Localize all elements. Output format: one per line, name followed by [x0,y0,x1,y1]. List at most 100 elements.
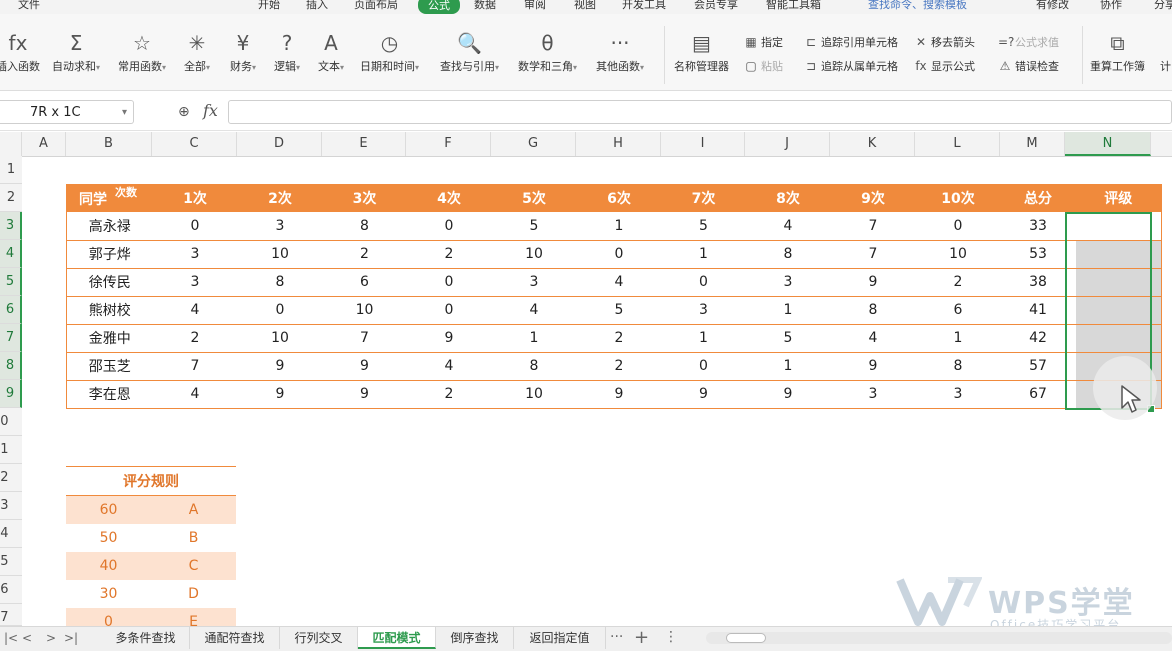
row-header-3[interactable]: 3 [0,212,22,240]
rule-score-cell[interactable]: 40 [66,552,151,580]
header-cell[interactable]: 9次 [830,184,916,212]
score-cell[interactable]: 0 [152,212,238,241]
score-cell[interactable]: 3 [745,268,831,297]
name-cell[interactable]: 高永禄 [66,212,153,241]
score-cell[interactable]: 1 [745,352,831,381]
score-cell[interactable]: 10 [491,240,577,269]
score-cell[interactable]: 5 [661,212,746,241]
score-cell[interactable]: 2 [322,240,407,269]
chevron-down-icon[interactable]: ▾ [340,63,344,72]
score-cell[interactable]: 8 [745,240,831,269]
select-all-corner[interactable] [0,132,22,156]
score-cell[interactable]: 5 [745,324,831,353]
score-cell[interactable]: 10 [237,240,323,269]
row-header-8[interactable]: 8 [0,352,22,380]
rule-grade-cell[interactable]: C [151,552,236,580]
chevron-down-icon[interactable]: ▾ [495,63,499,72]
row-header-14[interactable]: 14 [0,520,22,548]
row-header-12[interactable]: 12 [0,464,22,492]
score-cell[interactable]: 3 [152,268,238,297]
chevron-down-icon[interactable]: ▾ [640,63,644,72]
row-header-9[interactable]: 9 [0,380,22,408]
score-cell[interactable]: 7 [830,240,916,269]
autosum-button[interactable]: Σ 自动求和▾ [52,28,100,74]
menu-tab-3[interactable]: 页面布局 [354,0,398,12]
trace-dependents-button[interactable]: ⊐ 追踪从属单元格 [804,58,898,74]
chevron-down-icon[interactable]: ▾ [296,63,300,72]
datetime-button[interactable]: ◷ 日期和时间▾ [360,28,419,74]
grade-cell[interactable] [1075,240,1162,269]
score-cell[interactable]: 7 [152,352,238,381]
name-cell[interactable]: 徐传民 [66,268,153,297]
grade-cell[interactable] [1075,296,1162,325]
row-header-4[interactable]: 4 [0,240,22,268]
score-cell[interactable]: 2 [576,324,662,353]
rule-score-cell[interactable]: 60 [66,495,151,524]
grade-cell[interactable] [1075,268,1162,297]
prev-sheet-icon[interactable]: < [22,631,32,645]
score-cell[interactable]: 0 [237,296,323,325]
row-header-16[interactable]: 16 [0,576,22,604]
logical-button[interactable]: ? 逻辑▾ [274,28,300,74]
name-cell[interactable]: 熊树校 [66,296,153,325]
score-cell[interactable]: 4 [576,268,662,297]
rule-grade-cell[interactable]: B [151,524,236,552]
rule-grade-cell[interactable]: A [151,495,236,524]
menu-tab-5[interactable]: 数据 [474,0,496,12]
column-header-B[interactable]: B [66,132,152,156]
sheet-tab-5[interactable]: 返回指定值 [514,627,606,649]
recalc-workbook-button[interactable]: ⧉ 重算工作簿 [1090,28,1145,74]
zoom-icon[interactable]: ⊕ [178,104,190,120]
column-header-G[interactable]: G [491,132,576,156]
rule-score-cell[interactable]: 50 [66,524,151,552]
menu-right-0[interactable]: 有修改 [1036,0,1069,12]
column-header-A[interactable]: A [22,132,66,156]
sheet-tab-4[interactable]: 倒序查找 [436,627,514,649]
lookup-reference-button[interactable]: 🔍 查找与引用▾ [440,28,499,74]
row-header-2[interactable]: 2 [0,184,22,212]
header-cell[interactable]: 3次 [322,184,407,212]
paste-button[interactable]: ▢ 粘贴 [744,58,783,74]
column-header-H[interactable]: H [576,132,661,156]
score-cell[interactable]: 3 [661,296,746,325]
total-cell[interactable]: 53 [1000,240,1076,269]
score-cell[interactable]: 5 [491,212,577,241]
row-header-6[interactable]: 6 [0,296,22,324]
total-cell[interactable]: 67 [1000,380,1076,409]
chevron-down-icon[interactable]: ▾ [573,63,577,72]
score-cell[interactable]: 9 [237,380,323,409]
score-cell[interactable]: 4 [830,324,916,353]
sheet-tab-1[interactable]: 通配符查找 [190,627,280,649]
score-cell[interactable]: 4 [152,296,238,325]
score-cell[interactable]: 8 [830,296,916,325]
fx-icon[interactable]: fx [203,101,218,120]
text-functions-button[interactable]: A 文本▾ [318,28,344,74]
column-header-D[interactable]: D [237,132,322,156]
row-header-13[interactable]: 13 [0,492,22,520]
chevron-down-icon[interactable]: ▾ [252,63,256,72]
row-header-1[interactable]: 1 [0,156,22,184]
header-cell[interactable]: 4次 [406,184,492,212]
header-cell[interactable]: 2次 [237,184,323,212]
column-header-I[interactable]: I [661,132,745,156]
remove-arrows-button[interactable]: ✕ 移去箭头 [914,34,975,50]
score-cell[interactable]: 0 [576,240,662,269]
common-functions-button[interactable]: ☆ 常用函数▾ [118,28,166,74]
trace-precedents-button[interactable]: ⊏ 追踪引用单元格 [804,34,898,50]
score-cell[interactable]: 6 [322,268,407,297]
name-cell[interactable]: 李在恩 [66,380,153,409]
column-header-J[interactable]: J [745,132,830,156]
score-cell[interactable]: 8 [237,268,323,297]
score-cell[interactable]: 1 [661,240,746,269]
score-cell[interactable]: 3 [152,240,238,269]
score-cell[interactable]: 1 [491,324,577,353]
score-cell[interactable]: 0 [406,212,492,241]
financial-button[interactable]: ¥ 财务▾ [230,28,256,74]
score-cell[interactable]: 0 [406,268,492,297]
math-trig-button[interactable]: θ 数学和三角▾ [518,28,577,74]
formula-input[interactable] [228,100,1172,124]
row-header-17[interactable]: 17 [0,604,22,626]
grade-cell[interactable] [1075,324,1162,353]
header-cell[interactable]: 6次 [576,184,662,212]
score-cell[interactable]: 9 [661,380,746,409]
